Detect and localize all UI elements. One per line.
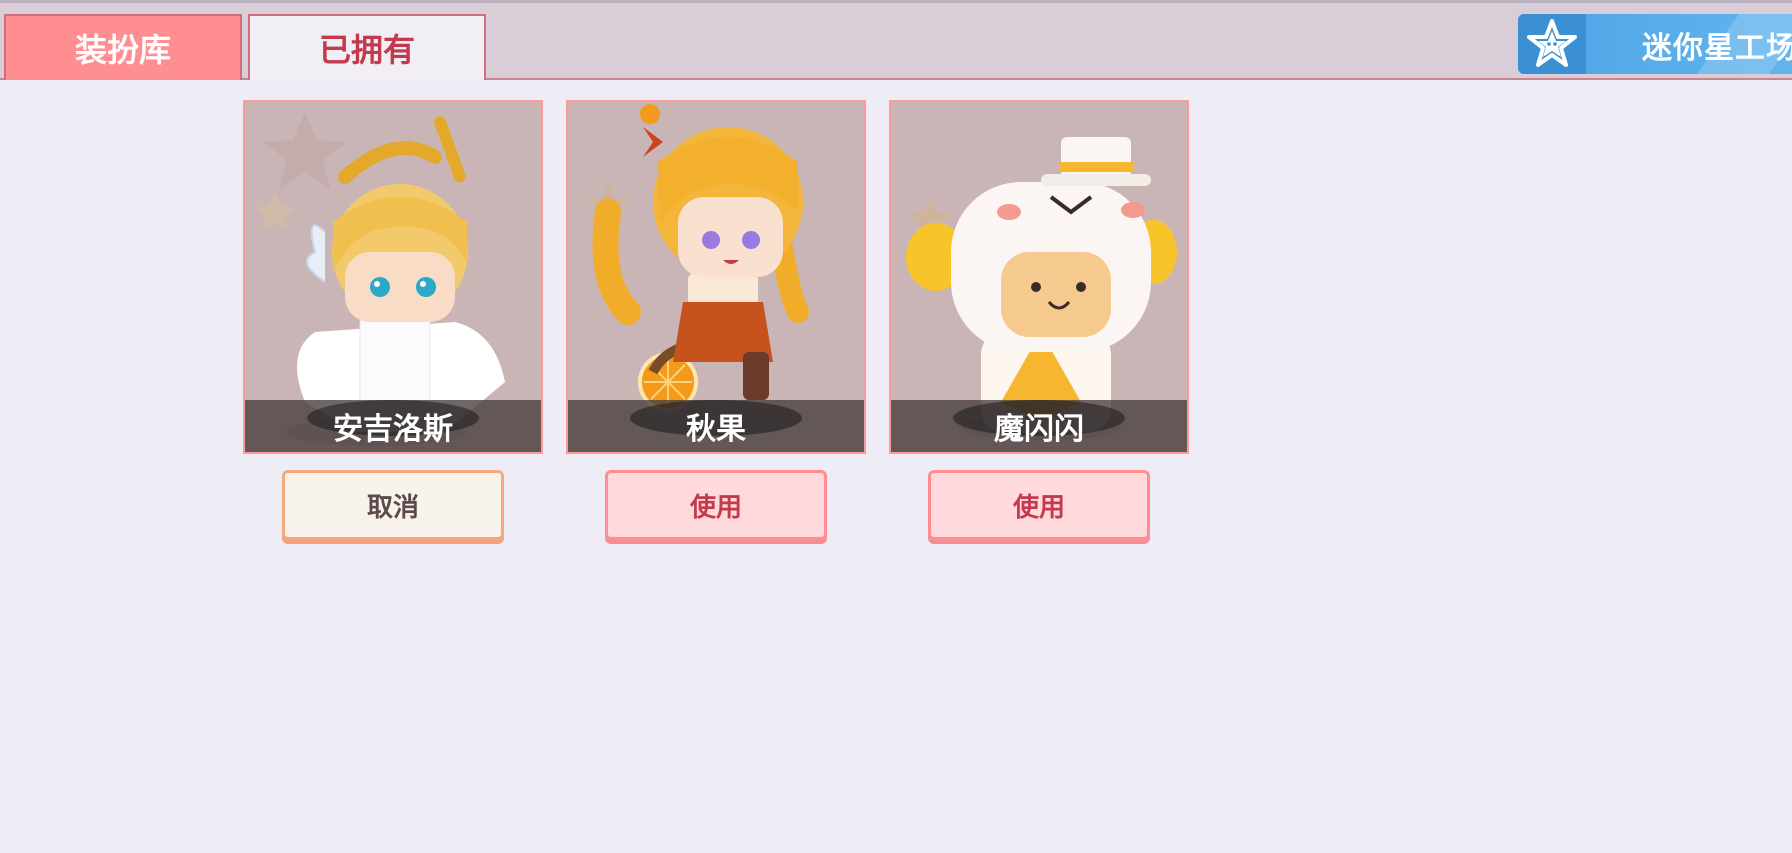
cancel-button[interactable]: 取消 bbox=[282, 470, 504, 540]
skin-name-bar: 秋果 bbox=[568, 400, 864, 452]
skin-card-angelos[interactable]: 安吉洛斯 bbox=[243, 100, 543, 454]
skin-card-qiuguo[interactable]: 秋果 bbox=[566, 100, 866, 454]
skin-name-bar: 安吉洛斯 bbox=[245, 400, 541, 452]
use-button[interactable]: 使用 bbox=[928, 470, 1150, 540]
skin-card-moshanshan[interactable]: 魔闪闪 bbox=[889, 100, 1189, 454]
skin-name: 安吉洛斯 bbox=[333, 412, 453, 447]
workshop-label: 迷你星工场 bbox=[1642, 31, 1792, 66]
tab-wardrobe[interactable]: 装扮库 bbox=[4, 14, 242, 80]
workshop-button[interactable]: 迷你星工场 bbox=[1518, 14, 1792, 74]
skin-name: 秋果 bbox=[686, 412, 746, 447]
star-icon bbox=[1518, 14, 1586, 74]
use-button[interactable]: 使用 bbox=[605, 470, 827, 540]
skin-name: 魔闪闪 bbox=[994, 412, 1084, 447]
tab-owned[interactable]: 已拥有 bbox=[248, 14, 486, 80]
skin-name-bar: 魔闪闪 bbox=[891, 400, 1187, 452]
